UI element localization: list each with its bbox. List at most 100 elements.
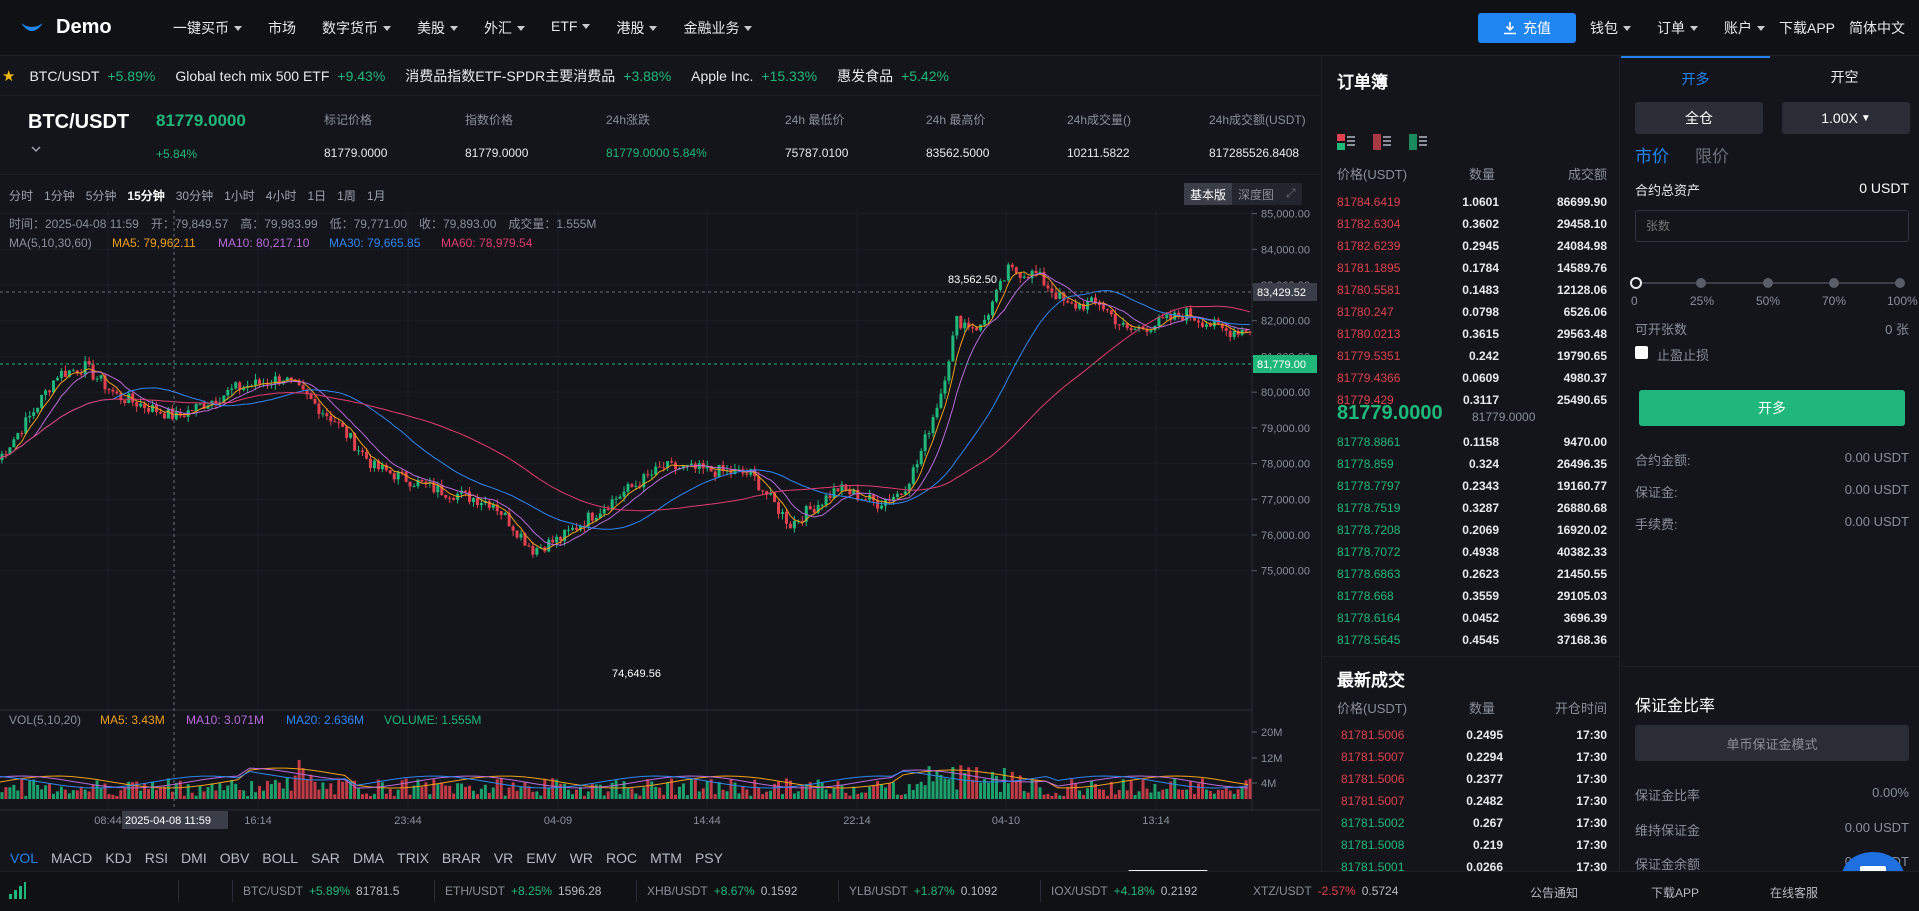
order-type-limit[interactable]: 限价 xyxy=(1695,142,1729,167)
nav-us-stocks[interactable]: 美股 xyxy=(417,18,458,38)
margin-mode-select[interactable]: 全仓 xyxy=(1635,102,1763,134)
nav-wallet[interactable]: 钱包 xyxy=(1590,18,1631,38)
nav-market[interactable]: 市场 xyxy=(268,18,296,38)
tf-option[interactable]: 30分钟 xyxy=(176,187,213,204)
book-row[interactable]: 81778.859 0.324 26496.35 xyxy=(1337,453,1607,475)
book-row[interactable]: 81778.8861 0.1158 9470.00 xyxy=(1337,431,1607,453)
tpsl-checkbox[interactable] xyxy=(1635,346,1648,359)
leverage-select[interactable]: 1.00X ▼ xyxy=(1782,102,1910,134)
book-row[interactable]: 81778.7208 0.2069 16920.02 xyxy=(1337,519,1607,541)
stat-mark-price: 标记价格 81779.0000 xyxy=(324,113,388,160)
indicator-brar[interactable]: BRAR xyxy=(442,850,481,866)
book-asks-icon[interactable] xyxy=(1373,134,1391,150)
online-support-link[interactable]: 在线客服 xyxy=(1770,884,1818,901)
price-chart[interactable]: 85,000.0084,000.0083,000.0082,000.0081,0… xyxy=(0,210,1320,840)
tf-option[interactable]: 分时 xyxy=(9,187,33,204)
indicator-sar[interactable]: SAR xyxy=(311,850,340,866)
book-row[interactable]: 81778.6164 0.0452 3696.39 xyxy=(1337,607,1607,629)
nav-language[interactable]: 简体中文 xyxy=(1849,18,1905,38)
tf-option[interactable]: 4小时 xyxy=(266,187,297,204)
ticker-item[interactable]: Global tech mix 500 ETF +9.43% xyxy=(175,68,385,84)
candle-body xyxy=(745,473,749,475)
indicator-emv[interactable]: EMV xyxy=(526,850,556,866)
star-icon[interactable]: ★ xyxy=(2,67,15,85)
tf-option[interactable]: 1分钟 xyxy=(44,187,75,204)
tf-option[interactable]: 1日 xyxy=(307,187,326,204)
indicator-rsi[interactable]: RSI xyxy=(145,850,168,866)
book-row[interactable]: 81778.7797 0.2343 19160.77 xyxy=(1337,475,1607,497)
book-row[interactable]: 81782.6239 0.2945 24084.98 xyxy=(1337,235,1607,257)
indicator-psy[interactable]: PSY xyxy=(695,850,723,866)
book-row[interactable]: 81778.7519 0.3287 26880.68 xyxy=(1337,497,1607,519)
bottom-ticker-item[interactable]: YLB/USDT +1.87% 0.1092 xyxy=(849,884,997,898)
book-row[interactable]: 81780.247 0.0798 6526.06 xyxy=(1337,301,1607,323)
fullscreen-icon[interactable]: ⤢ xyxy=(1280,183,1302,205)
view-depth[interactable]: 深度图 xyxy=(1232,183,1280,205)
tf-option[interactable]: 1周 xyxy=(337,187,356,204)
order-type-market[interactable]: 市价 xyxy=(1635,142,1669,167)
book-row[interactable]: 81778.7072 0.4938 40382.33 xyxy=(1337,541,1607,563)
book-row[interactable]: 81778.6863 0.2623 21450.55 xyxy=(1337,563,1607,585)
tf-option[interactable]: 5分钟 xyxy=(86,187,117,204)
nav-hk-stocks[interactable]: 港股 xyxy=(616,18,657,38)
tf-option[interactable]: 1小时 xyxy=(224,187,255,204)
nav-buy-crypto[interactable]: 一键买币 xyxy=(173,18,242,38)
quantity-slider[interactable] xyxy=(1630,276,1909,290)
book-both-icon[interactable] xyxy=(1337,134,1355,150)
book-bids-icon[interactable] xyxy=(1409,134,1427,150)
indicator-vol[interactable]: VOL xyxy=(10,850,38,866)
indicator-kdj[interactable]: KDJ xyxy=(105,850,131,866)
tf-option[interactable]: 1月 xyxy=(367,187,386,204)
nav-crypto[interactable]: 数字货币 xyxy=(322,18,391,38)
download-app-link[interactable]: 下载APP xyxy=(1651,884,1699,901)
chevron-down-icon[interactable] xyxy=(30,143,42,155)
tab-open-long[interactable]: 开多 xyxy=(1621,56,1770,98)
ticker-item[interactable]: 消费品指数ETF-SPDR主要消费品 +3.88% xyxy=(405,66,671,86)
quantity-input[interactable] xyxy=(1635,210,1909,242)
margin-mode-button[interactable]: 单币保证金模式 xyxy=(1635,725,1909,761)
indicator-vr[interactable]: VR xyxy=(494,850,513,866)
book-row[interactable]: 81778.668 0.3559 29105.03 xyxy=(1337,585,1607,607)
deposit-button[interactable]: 充值 xyxy=(1477,13,1576,43)
nav-finance[interactable]: 金融业务 xyxy=(683,18,752,38)
book-row[interactable]: 81784.6419 1.0601 86699.90 xyxy=(1337,191,1607,213)
indicator-dma[interactable]: DMA xyxy=(353,850,384,866)
announcements-link[interactable]: 公告通知 xyxy=(1530,884,1578,901)
bottom-ticker-item[interactable]: XHB/USDT +8.67% 0.1592 xyxy=(647,884,797,898)
bottom-ticker-item[interactable]: IOX/USDT +4.18% 0.2192 xyxy=(1051,884,1197,898)
nav-account[interactable]: 账户 xyxy=(1724,18,1765,38)
book-row[interactable]: 81780.0213 0.3615 29563.48 xyxy=(1337,323,1607,345)
book-row[interactable]: 81779.5351 0.242 19790.65 xyxy=(1337,345,1607,367)
book-row[interactable]: 81781.1895 0.1784 14589.76 xyxy=(1337,257,1607,279)
nav-orders[interactable]: 订单 xyxy=(1657,18,1698,38)
book-row[interactable]: 81779.4366 0.0609 4980.37 xyxy=(1337,367,1607,389)
book-row[interactable]: 81782.6304 0.3602 29458.10 xyxy=(1337,213,1607,235)
logo[interactable]: Demo xyxy=(20,16,150,39)
bottom-ticker-item[interactable]: ETH/USDT +8.25% 1596.28 xyxy=(445,884,601,898)
nav-download-app[interactable]: 下载APP xyxy=(1779,18,1835,38)
indicator-macd[interactable]: MACD xyxy=(51,850,92,866)
nav-forex[interactable]: 外汇 xyxy=(484,18,525,38)
book-row[interactable]: 81778.5645 0.4545 37168.36 xyxy=(1337,629,1607,651)
indicator-obv[interactable]: OBV xyxy=(220,850,250,866)
indicator-wr[interactable]: WR xyxy=(570,850,593,866)
tab-open-short[interactable]: 开空 xyxy=(1770,56,1919,98)
ticker-item[interactable]: Apple Inc. +15.33% xyxy=(691,68,817,84)
ticker-item[interactable]: BTC/USDT +5.89% xyxy=(29,68,155,84)
tf-option-active[interactable]: 15分钟 xyxy=(127,187,164,204)
indicator-roc[interactable]: ROC xyxy=(606,850,637,866)
view-basic[interactable]: 基本版 xyxy=(1184,183,1233,205)
pair-name[interactable]: BTC/USDT xyxy=(28,111,129,134)
indicator-trix[interactable]: TRIX xyxy=(397,850,429,866)
indicator-boll[interactable]: BOLL xyxy=(262,850,298,866)
bottom-ticker-item[interactable]: BTC/USDT +5.89% 81781.5 xyxy=(243,884,399,898)
nav-etf[interactable]: ETF xyxy=(551,18,590,38)
slider-handle[interactable] xyxy=(1630,277,1642,289)
bottom-ticker-item[interactable]: XTZ/USDT -2.57% 0.5724 xyxy=(1253,884,1398,898)
candle-body xyxy=(761,490,765,492)
ticker-item[interactable]: 惠发食品 +5.42% xyxy=(837,66,949,86)
indicator-dmi[interactable]: DMI xyxy=(181,850,207,866)
open-long-button[interactable]: 开多 xyxy=(1639,390,1905,426)
indicator-mtm[interactable]: MTM xyxy=(650,850,682,866)
book-row[interactable]: 81780.5581 0.1483 12128.06 xyxy=(1337,279,1607,301)
